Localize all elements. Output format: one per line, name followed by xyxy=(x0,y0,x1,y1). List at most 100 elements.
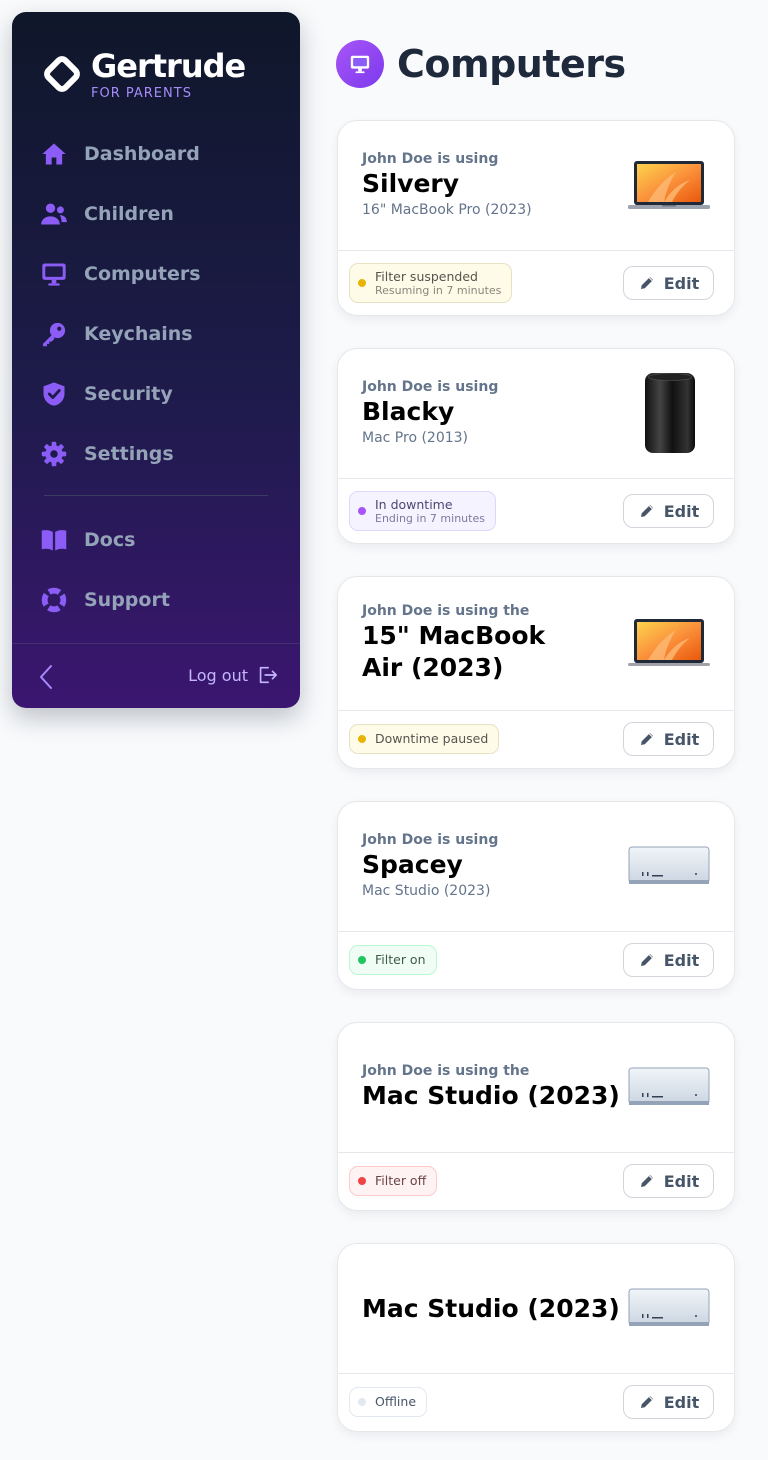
page-title: Computers xyxy=(397,42,626,86)
status-subtitle: Resuming in 7 minutes xyxy=(375,283,502,297)
edit-button[interactable]: Edit xyxy=(623,1164,714,1198)
nav-label: Support xyxy=(84,589,170,611)
mac-studio-image xyxy=(628,846,710,884)
nav-item-children[interactable]: Children xyxy=(40,194,280,234)
status-badge: Offline xyxy=(349,1387,428,1417)
card-user-label: John Doe is using xyxy=(362,832,499,848)
card-user-label: John Doe is using the xyxy=(362,1063,530,1079)
status-dot xyxy=(358,507,366,515)
status-title: Filter off xyxy=(375,1173,427,1188)
brand-logo[interactable]: Gertrude FOR PARENTS xyxy=(42,47,246,101)
status-badge: Filter off xyxy=(349,1166,438,1196)
edit-button[interactable]: Edit xyxy=(623,1385,714,1419)
computer-model: Mac Pro (2013) xyxy=(362,430,469,446)
computer-name: 15" MacBook Air (2023) xyxy=(362,621,546,682)
mac-studio-image xyxy=(628,1288,710,1326)
nav-item-support[interactable]: Support xyxy=(40,580,280,620)
lifebuoy-icon xyxy=(41,587,67,613)
nav-label: Computers xyxy=(84,263,201,285)
logout-button[interactable]: Log out xyxy=(188,664,278,686)
brand-tagline: FOR PARENTS xyxy=(91,86,192,101)
computer-name: Mac Studio (2023) xyxy=(362,1294,620,1323)
users-icon xyxy=(41,203,67,225)
card-user-label: John Doe is using xyxy=(362,379,499,395)
key-icon xyxy=(42,322,66,347)
status-title: Filter on xyxy=(375,952,426,967)
nav-label: Keychains xyxy=(84,323,193,345)
status-dot xyxy=(358,1177,366,1185)
computer-name: Blacky xyxy=(362,397,455,426)
status-badge: Filter on xyxy=(349,945,437,975)
pencil-icon xyxy=(640,1175,653,1187)
macbook-air-image xyxy=(628,619,710,666)
status-dot xyxy=(358,279,366,287)
pencil-icon xyxy=(640,505,653,517)
logout-icon xyxy=(259,666,277,684)
shield-icon xyxy=(43,382,65,406)
edit-button[interactable]: Edit xyxy=(623,266,714,300)
page-header: Computers xyxy=(336,40,626,88)
pencil-icon xyxy=(640,277,653,289)
computer-card[interactable]: John Doe is using Spacey Mac Studio (202… xyxy=(337,801,735,990)
edit-label: Edit xyxy=(663,950,700,970)
macbook-pro-image xyxy=(628,161,710,209)
mac-studio-image xyxy=(628,1067,710,1105)
status-dot xyxy=(358,735,366,743)
nav-item-dashboard[interactable]: Dashboard xyxy=(40,134,280,174)
status-badge: Filter suspended Resuming in 7 minutes xyxy=(349,263,513,303)
book-icon xyxy=(41,530,67,551)
nav-label: Settings xyxy=(84,443,174,465)
nav-label: Docs xyxy=(84,529,136,551)
pencil-icon xyxy=(640,733,653,745)
nav-item-settings[interactable]: Settings xyxy=(40,434,280,474)
status-title: In downtime xyxy=(375,496,453,512)
chevron-left-icon[interactable] xyxy=(34,662,58,692)
brand-name: Gertrude xyxy=(91,47,246,85)
pencil-icon xyxy=(640,954,653,966)
status-dot xyxy=(358,1398,366,1406)
nav-item-computers[interactable]: Computers xyxy=(40,254,280,294)
edit-button[interactable]: Edit xyxy=(623,722,714,756)
nav-item-security[interactable]: Security xyxy=(40,374,280,414)
nav-item-docs[interactable]: Docs xyxy=(40,520,280,560)
edit-label: Edit xyxy=(663,1171,700,1191)
edit-label: Edit xyxy=(663,1392,700,1412)
sidebar-footer: Log out xyxy=(12,643,300,708)
status-title: Filter suspended xyxy=(375,268,478,284)
nav-label: Children xyxy=(84,203,174,225)
computer-icon xyxy=(336,40,384,88)
gertrude-logo-icon xyxy=(44,56,80,92)
edit-label: Edit xyxy=(663,273,700,293)
sidebar: Gertrude FOR PARENTS Dashboard Children … xyxy=(12,12,300,708)
computer-card[interactable]: John Doe is using the 15" MacBook Air (2… xyxy=(337,576,735,769)
gear-icon xyxy=(41,441,67,467)
edit-label: Edit xyxy=(663,501,700,521)
edit-label: Edit xyxy=(663,729,700,749)
nav-label: Security xyxy=(84,383,173,405)
computer-name: Spacey xyxy=(362,850,463,879)
logout-label: Log out xyxy=(188,665,248,685)
card-user-label: John Doe is using the xyxy=(362,603,530,619)
nav-label: Dashboard xyxy=(84,143,200,165)
status-title: Downtime paused xyxy=(375,731,489,746)
nav-divider xyxy=(44,495,268,496)
status-dot xyxy=(358,956,366,964)
status-badge: Downtime paused xyxy=(349,724,500,754)
status-subtitle: Ending in 7 minutes xyxy=(375,511,485,525)
computer-card[interactable]: John Doe is using the Mac Studio (2023) … xyxy=(337,1022,735,1211)
card-user-label: John Doe is using xyxy=(362,151,499,167)
status-title: Offline xyxy=(375,1394,417,1409)
mac-pro-image xyxy=(645,373,695,453)
edit-button[interactable]: Edit xyxy=(623,943,714,977)
computer-card[interactable]: Mac Studio (2023) Offline Edit xyxy=(337,1243,735,1432)
computer-model: 16" MacBook Pro (2023) xyxy=(362,202,532,218)
computer-name: Silvery xyxy=(362,169,460,198)
computer-card[interactable]: John Doe is using Blacky Mac Pro (2013) … xyxy=(337,348,735,544)
home-icon xyxy=(42,143,66,165)
computer-icon xyxy=(42,263,66,286)
edit-button[interactable]: Edit xyxy=(623,494,714,528)
pencil-icon xyxy=(640,1396,653,1408)
computer-card[interactable]: John Doe is using Silvery 16" MacBook Pr… xyxy=(337,120,735,316)
nav-item-keychains[interactable]: Keychains xyxy=(40,314,280,354)
status-badge: In downtime Ending in 7 minutes xyxy=(349,491,496,531)
